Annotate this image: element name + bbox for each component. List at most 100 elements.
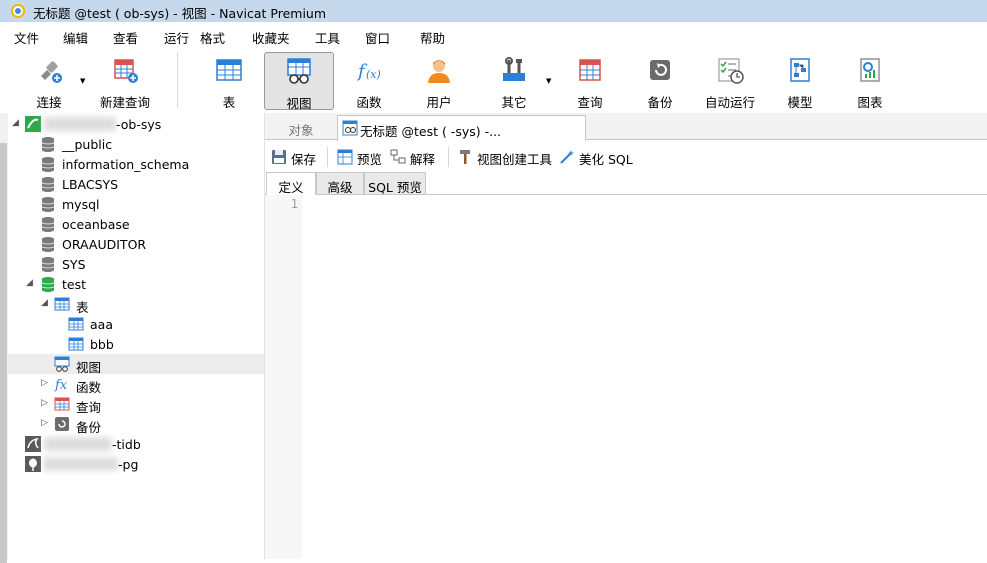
connect-dropdown-icon[interactable]: ▼ bbox=[80, 77, 85, 85]
automation-button[interactable]: 自动运行 bbox=[700, 52, 760, 110]
tab-sql-preview[interactable]: SQL 预览 bbox=[364, 172, 426, 195]
schema-name: SYS bbox=[62, 257, 86, 272]
model-button[interactable]: 模型 bbox=[775, 52, 825, 110]
tree-table-bbb[interactable]: bbb bbox=[8, 334, 264, 354]
view-icon bbox=[287, 58, 311, 84]
database-icon bbox=[41, 257, 55, 272]
table-icon bbox=[216, 59, 242, 81]
database-icon bbox=[41, 197, 55, 212]
beautify-sql-button[interactable]: 美化 SQL bbox=[559, 148, 639, 167]
model-icon bbox=[790, 58, 810, 82]
tab-label: 无标题 @test ( -sys) -... bbox=[360, 124, 502, 139]
explain-icon bbox=[390, 149, 406, 164]
database-icon bbox=[41, 157, 55, 172]
plug-icon bbox=[41, 61, 62, 83]
chart-button[interactable]: 图表 bbox=[845, 52, 895, 110]
schema-name: information_schema bbox=[62, 157, 190, 172]
database-icon bbox=[41, 137, 55, 152]
tree-schema-information-schema[interactable]: information_schema bbox=[8, 154, 264, 174]
new-query-label: 新建查询 bbox=[99, 95, 150, 110]
menu-tools[interactable]: 工具 bbox=[315, 28, 340, 47]
explain-button[interactable]: 解释 bbox=[390, 148, 440, 167]
line-number: 1 bbox=[290, 197, 298, 211]
tree-queries-group[interactable]: ▷ 查询 bbox=[8, 394, 264, 415]
menu-format[interactable]: 格式 bbox=[200, 28, 225, 47]
tools-icon bbox=[503, 57, 525, 81]
tab-definition[interactable]: 定义 bbox=[266, 172, 316, 195]
sql-editor[interactable]: 1 bbox=[265, 195, 987, 559]
menu-help[interactable]: 帮助 bbox=[420, 28, 445, 47]
tree-views-group[interactable]: 视图 bbox=[8, 354, 264, 375]
tree-schema-mysql[interactable]: mysql bbox=[8, 194, 264, 214]
connect-button[interactable]: ▼ 连接 bbox=[24, 52, 85, 110]
svg-text:fx: fx bbox=[54, 378, 68, 392]
function-button[interactable]: f (x) 函数 bbox=[344, 52, 394, 110]
tree-connection-pg[interactable]: -pg bbox=[8, 454, 264, 474]
table-button[interactable]: 表 bbox=[204, 52, 254, 110]
tree-schema-lbacsys[interactable]: LBACSYS bbox=[8, 174, 264, 194]
user-label: 用户 bbox=[426, 95, 452, 110]
oceanbase-connection-icon bbox=[25, 116, 41, 132]
menu-edit[interactable]: 编辑 bbox=[63, 28, 88, 47]
tree-schema-oceanbase[interactable]: oceanbase bbox=[8, 214, 264, 234]
chart-label: 图表 bbox=[857, 95, 883, 110]
user-button[interactable]: 用户 bbox=[414, 52, 464, 110]
view-builder-button[interactable]: 视图创建工具 bbox=[457, 148, 555, 167]
left-edge-scrollbar[interactable] bbox=[0, 113, 8, 563]
tree-tables-group[interactable]: ◢ 表 bbox=[8, 294, 264, 315]
tree-table-aaa[interactable]: aaa bbox=[8, 314, 264, 334]
toolbar-separator bbox=[177, 52, 178, 108]
menu-window[interactable]: 窗口 bbox=[365, 28, 390, 47]
tree-schema-oraauditor[interactable]: ORAAUDITOR bbox=[8, 234, 264, 254]
model-label: 模型 bbox=[787, 95, 813, 110]
tree-functions-group[interactable]: ▷ fx 函数 bbox=[8, 374, 264, 395]
connection-name: -tidb bbox=[112, 437, 141, 452]
menu-favorites[interactable]: 收藏夹 bbox=[252, 28, 290, 47]
collapse-arrow-icon[interactable]: ◢ bbox=[41, 298, 51, 308]
tree-schema-public[interactable]: __public bbox=[8, 134, 264, 154]
expand-arrow-icon[interactable]: ▷ bbox=[41, 378, 51, 388]
menu-view[interactable]: 查看 bbox=[113, 28, 138, 47]
save-icon bbox=[272, 150, 286, 164]
new-query-button[interactable]: 新建查询 bbox=[98, 52, 152, 110]
tab-objects[interactable]: 对象 bbox=[265, 115, 337, 140]
collapse-arrow-icon[interactable]: ◢ bbox=[26, 278, 36, 288]
menu-run[interactable]: 运行 bbox=[164, 28, 189, 47]
preview-button[interactable]: 预览 bbox=[337, 148, 387, 167]
collapse-arrow-icon[interactable]: ◢ bbox=[12, 118, 22, 128]
view-editor-toolbar: 保存 预览 解释 视图创建工具 美化 SQL bbox=[265, 141, 987, 171]
expand-arrow-icon[interactable]: ▷ bbox=[41, 398, 51, 408]
backup-button[interactable]: 备份 bbox=[635, 52, 685, 110]
function-icon: f (x) bbox=[356, 61, 381, 82]
table-icon bbox=[68, 317, 84, 331]
postgresql-connection-icon bbox=[25, 456, 41, 472]
main-toolbar: ▼ 连接 新建查询 表 视图 f (x) 函数 用户 ▼ 其它 查询 备份 自动… bbox=[0, 48, 987, 113]
query-button[interactable]: 查询 bbox=[565, 52, 615, 110]
scrollbar-thumb[interactable] bbox=[0, 143, 7, 563]
tree-schema-sys[interactable]: SYS bbox=[8, 254, 264, 274]
other-dropdown-icon[interactable]: ▼ bbox=[546, 77, 551, 85]
backup-icon bbox=[650, 60, 670, 80]
menu-file[interactable]: 文件 bbox=[14, 28, 39, 47]
tree-connection-ob-sys[interactable]: ◢ -ob-sys bbox=[8, 114, 264, 134]
redacted-name bbox=[44, 437, 112, 451]
beautify-sql-label: 美化 SQL bbox=[579, 152, 633, 167]
view-button[interactable]: 视图 bbox=[264, 52, 334, 111]
title-bar: 无标题 @test ( ob-sys) - 视图 - Navicat Premi… bbox=[0, 0, 987, 22]
tab-untitled-view[interactable]: 无标题 @test ( -sys) -... bbox=[337, 115, 586, 141]
connection-name: -pg bbox=[118, 457, 139, 472]
preview-label: 预览 bbox=[357, 152, 383, 167]
save-button[interactable]: 保存 bbox=[271, 148, 321, 167]
tree-schema-test[interactable]: ◢ test bbox=[8, 274, 264, 294]
function-icon: fx bbox=[54, 378, 68, 392]
new-query-icon bbox=[114, 59, 138, 83]
query-label: 查询 bbox=[577, 95, 603, 110]
tab-advanced[interactable]: 高级 bbox=[316, 172, 364, 195]
expand-arrow-icon[interactable]: ▷ bbox=[41, 418, 51, 428]
query-icon bbox=[54, 397, 70, 411]
tree-connection-tidb[interactable]: -tidb bbox=[8, 434, 264, 454]
redacted-name bbox=[44, 457, 118, 471]
window-title: 无标题 @test ( ob-sys) - 视图 - Navicat Premi… bbox=[33, 6, 327, 21]
tree-backups-group[interactable]: ▷ 备份 bbox=[8, 414, 264, 435]
other-button[interactable]: ▼ 其它 bbox=[488, 52, 551, 110]
